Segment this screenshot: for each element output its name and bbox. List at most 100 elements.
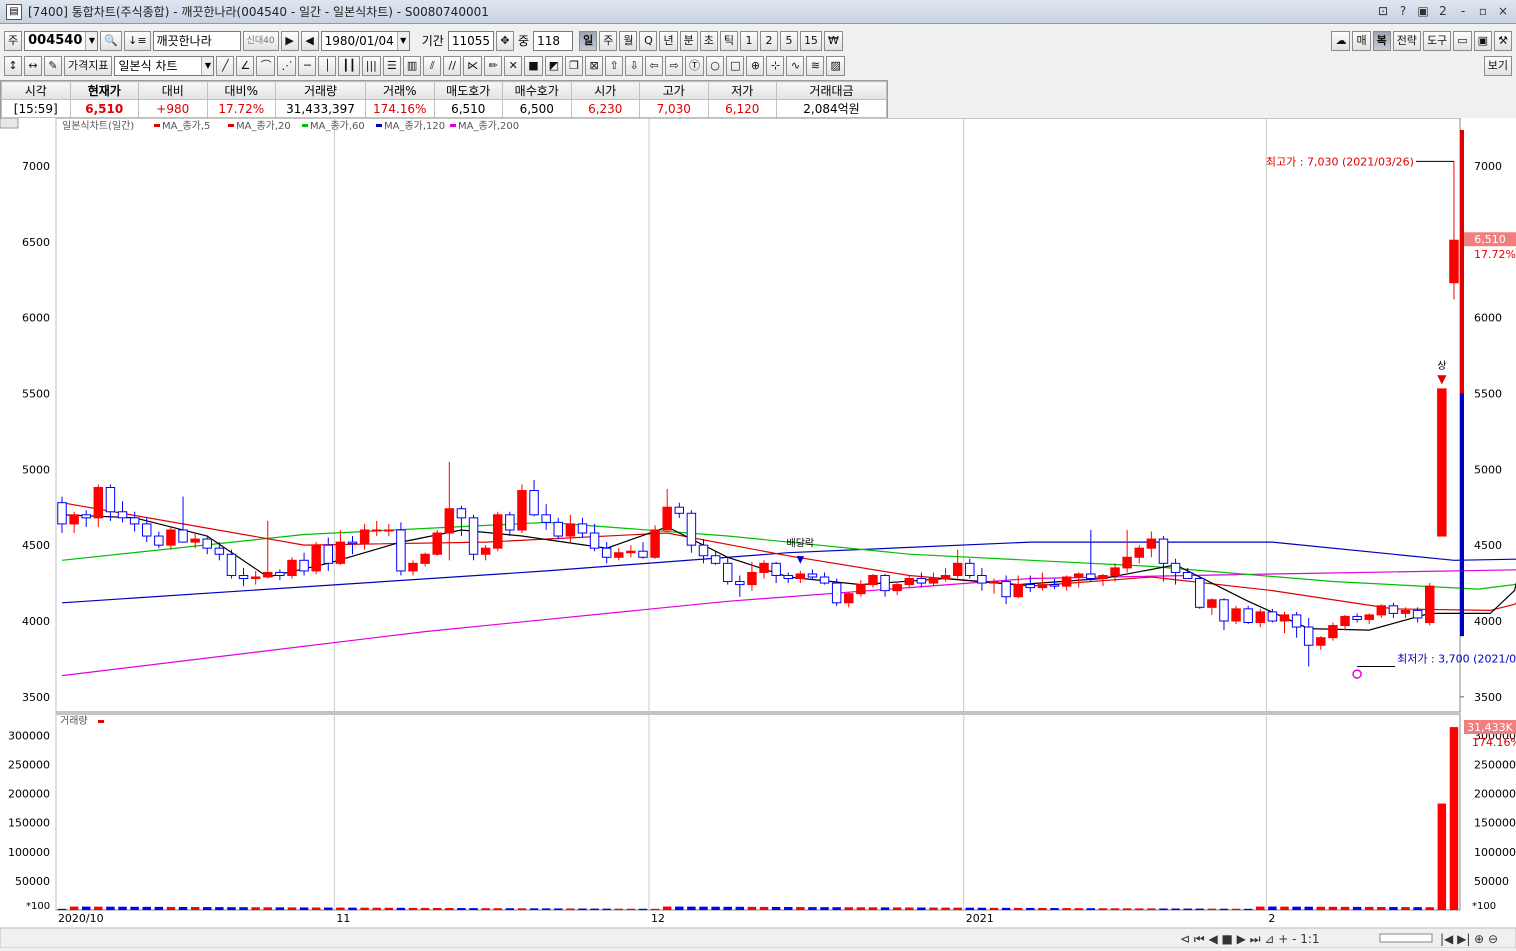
date-input[interactable]: 1980/01/04 bbox=[322, 34, 397, 48]
candle-body bbox=[710, 555, 721, 564]
candlestick-chart[interactable]: 2020/10111220212335003500400040004500450… bbox=[0, 117, 1516, 949]
up-down-icon[interactable]: ↕ bbox=[4, 55, 22, 76]
tools-button[interactable]: 도구 bbox=[1422, 30, 1452, 51]
currency-button[interactable]: ₩ bbox=[823, 30, 843, 51]
arc-icon[interactable]: ⌒ bbox=[256, 55, 276, 76]
chevron-down-icon[interactable]: ▼ bbox=[85, 31, 98, 50]
color-icon[interactable]: ■ bbox=[524, 55, 543, 76]
move-icon[interactable]: ✥ bbox=[496, 30, 515, 51]
arrow-right-icon[interactable]: ⇨ bbox=[665, 55, 684, 76]
arrow-down-icon[interactable]: ⇩ bbox=[625, 55, 644, 76]
screen-icon[interactable]: ▣ bbox=[1414, 2, 1432, 20]
view-button[interactable]: 보기 bbox=[1483, 55, 1512, 76]
fibo-retrace-icon[interactable]: ☰ bbox=[382, 55, 401, 76]
text-icon[interactable]: Ⓣ bbox=[685, 55, 705, 76]
interval-5-button[interactable]: 5 bbox=[779, 30, 798, 51]
horizontal-line-icon[interactable]: ─ bbox=[298, 55, 317, 76]
cross-icon[interactable]: ✕ bbox=[504, 55, 523, 76]
next-stock-icon[interactable]: ▶ bbox=[280, 30, 299, 51]
volume-panel bbox=[55, 713, 1461, 911]
candle-body bbox=[674, 506, 685, 514]
period-day-button[interactable]: 일 bbox=[579, 30, 598, 51]
maximize-button[interactable]: ▫ bbox=[1474, 2, 1492, 20]
circle-icon[interactable]: ○ bbox=[706, 55, 725, 76]
andrews-icon[interactable]: ⋉ bbox=[463, 55, 483, 76]
trendline-icon[interactable]: ╱ bbox=[216, 55, 235, 76]
channel-icon[interactable]: ⫽ bbox=[423, 55, 442, 76]
interval-2-button[interactable]: 2 bbox=[759, 30, 778, 51]
period-quarter-button[interactable]: Q bbox=[639, 30, 658, 51]
quote-header-time: 시각 bbox=[1, 81, 71, 100]
chart-type-combo[interactable]: 일본식 차트 ▼ bbox=[114, 55, 215, 76]
help-icon[interactable]: ? bbox=[1394, 2, 1412, 20]
trade-button[interactable]: 매 bbox=[1352, 30, 1371, 51]
volume-bar bbox=[493, 908, 502, 910]
chart-type-value[interactable]: 일본식 차트 bbox=[115, 57, 201, 74]
arrow-up-icon[interactable]: ⇧ bbox=[605, 55, 624, 76]
link-icon[interactable]: ⊡ bbox=[1374, 2, 1392, 20]
volume-bar bbox=[989, 907, 999, 910]
sort-icon[interactable]: ↓≡ bbox=[124, 30, 151, 51]
minimize-button[interactable]: - bbox=[1454, 2, 1472, 20]
rectangle-icon[interactable]: □ bbox=[726, 55, 745, 76]
crosshair-icon[interactable]: ⊹ bbox=[766, 55, 785, 76]
copy-icon[interactable]: ❐ bbox=[565, 55, 584, 76]
interval-15-button[interactable]: 15 bbox=[799, 30, 822, 51]
parallel-icon[interactable]: // bbox=[443, 55, 462, 76]
zoom-icon[interactable]: ⊕ bbox=[746, 55, 765, 76]
candle-body bbox=[856, 584, 866, 595]
period-month-button[interactable]: 월 bbox=[619, 30, 638, 51]
cycle-lines-icon[interactable]: ┃┃ bbox=[338, 55, 360, 76]
period-input[interactable]: 11055 bbox=[447, 30, 495, 51]
price-indicator-button[interactable]: 가격지표 bbox=[64, 55, 113, 76]
code-input[interactable]: 004540 bbox=[25, 33, 85, 48]
edit-icon[interactable]: ✎ bbox=[44, 55, 62, 76]
volume-bar bbox=[372, 907, 381, 910]
code-combo[interactable]: 004540 ▼ bbox=[24, 30, 99, 51]
wave-icon[interactable]: ∿ bbox=[786, 55, 805, 76]
candle-body bbox=[1352, 615, 1362, 620]
market-button[interactable]: 주 bbox=[4, 30, 23, 51]
left-right-icon[interactable]: ↔ bbox=[24, 55, 42, 76]
count-input[interactable]: 118 bbox=[533, 30, 574, 51]
delete-icon[interactable]: ⊠ bbox=[585, 55, 604, 76]
fill-icon[interactable]: ◩ bbox=[544, 55, 564, 76]
folder-icon[interactable]: ▭ bbox=[1453, 30, 1472, 51]
candle-body bbox=[1134, 547, 1144, 558]
prev-stock-icon[interactable]: ◀ bbox=[300, 30, 319, 51]
fibo-time-icon[interactable]: ||| bbox=[361, 55, 381, 76]
wrench-icon[interactable]: ⚒ bbox=[1494, 30, 1512, 51]
image-icon[interactable]: ▨ bbox=[826, 55, 845, 76]
candle-body bbox=[747, 571, 757, 586]
calendar-dropdown-icon[interactable]: ▼ bbox=[396, 31, 409, 50]
chevron-down-icon[interactable]: ▼ bbox=[201, 56, 214, 75]
angle-icon[interactable]: ∠ bbox=[236, 55, 255, 76]
search-icon[interactable]: 🔍 bbox=[100, 30, 123, 51]
fan-icon[interactable]: ⋰ bbox=[277, 55, 297, 76]
volume-bar bbox=[1437, 803, 1447, 910]
period-week-button[interactable]: 주 bbox=[599, 30, 618, 51]
gann-icon[interactable]: ▥ bbox=[402, 55, 422, 76]
multi-wave-icon[interactable]: ≋ bbox=[806, 55, 825, 76]
candle-body bbox=[601, 547, 612, 558]
volume-bar bbox=[81, 906, 91, 910]
multi-button[interactable]: 복 bbox=[1372, 30, 1391, 51]
vertical-line-icon[interactable]: │ bbox=[318, 55, 337, 76]
candle-body bbox=[1316, 637, 1326, 646]
close-button[interactable]: × bbox=[1494, 2, 1512, 20]
period-minute-button[interactable]: 분 bbox=[679, 30, 698, 51]
period-year-button[interactable]: 년 bbox=[659, 30, 678, 51]
interval-1-button[interactable]: 1 bbox=[739, 30, 758, 51]
pencil-icon[interactable]: ✏ bbox=[484, 55, 503, 76]
volume-bar bbox=[1389, 907, 1398, 910]
volume-bar bbox=[299, 907, 309, 910]
strategy-button[interactable]: 전략 bbox=[1392, 30, 1421, 51]
cloud-icon[interactable]: ☁ bbox=[1331, 30, 1351, 51]
period-tick-button[interactable]: 틱 bbox=[719, 30, 738, 51]
arrow-left-icon[interactable]: ⇦ bbox=[645, 55, 664, 76]
save-icon[interactable]: ▣ bbox=[1473, 30, 1492, 51]
period-second-button[interactable]: 초 bbox=[699, 30, 718, 51]
split-icon[interactable]: 2 bbox=[1434, 2, 1452, 20]
chart-area[interactable]: 2020/10111220212335003500400040004500450… bbox=[0, 117, 1516, 949]
date-combo[interactable]: 1980/01/04 ▼ bbox=[320, 30, 410, 51]
